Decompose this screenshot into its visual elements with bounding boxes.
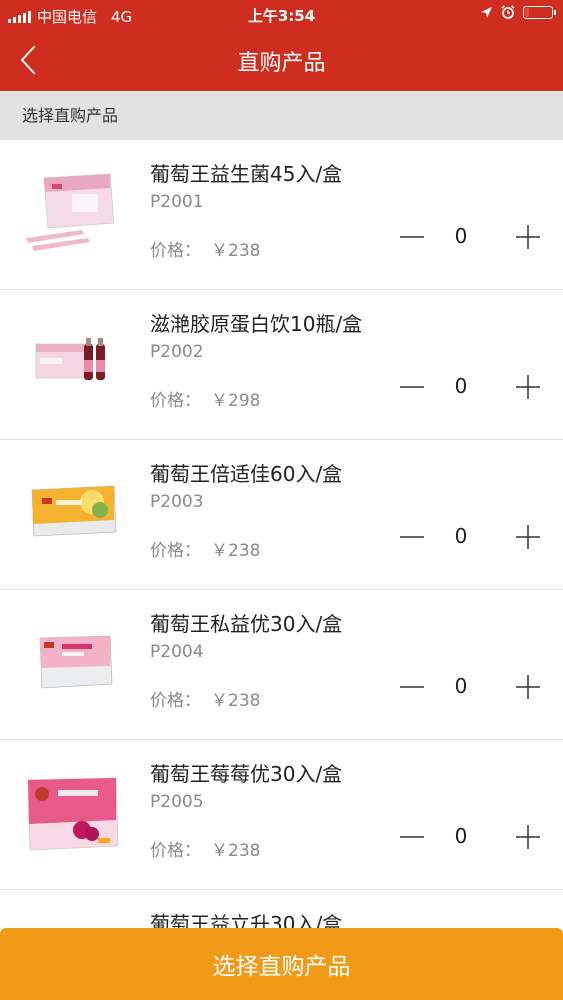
price-label: 价格： — [150, 841, 201, 861]
plus-icon[interactable] — [511, 520, 545, 554]
plus-icon[interactable] — [511, 220, 545, 254]
status-right — [480, 5, 556, 19]
minus-icon[interactable] — [395, 820, 429, 854]
minus-icon[interactable] — [395, 220, 429, 254]
product-image — [31, 485, 117, 537]
status-bar: 中国电信 4G 上午3:54 — [0, 0, 563, 30]
page-title: 直购产品 — [237, 51, 326, 76]
select-products-button[interactable]: 选择直购产品 — [0, 928, 563, 1000]
quantity-value: 0 — [454, 524, 468, 548]
quantity-value: 0 — [454, 374, 468, 398]
product-code: P2003 — [150, 492, 204, 512]
product-image — [39, 635, 113, 689]
product-image — [26, 173, 115, 251]
product-code: P2005 — [150, 792, 204, 812]
product-image — [27, 777, 119, 851]
product-price-row: 价格： ￥238 — [150, 236, 260, 261]
minus-icon[interactable] — [395, 670, 429, 704]
quantity-stepper: 0 — [395, 820, 545, 854]
product-name: 葡萄王私益优30入/盒 — [150, 612, 343, 636]
product-name: 葡萄王益生菌45入/盒 — [150, 162, 343, 186]
quantity-value: 0 — [454, 674, 468, 698]
quantity-stepper: 0 — [395, 220, 545, 254]
product-name: 葡萄王倍适佳60入/盒 — [150, 462, 343, 486]
product-price: ￥238 — [211, 691, 261, 711]
quantity-value: 0 — [454, 224, 468, 248]
price-label: 价格： — [150, 691, 201, 711]
price-label: 价格： — [150, 541, 201, 561]
product-price-row: 价格： ￥298 — [150, 386, 260, 411]
plus-icon[interactable] — [511, 670, 545, 704]
alarm-icon — [501, 5, 515, 19]
section-header: 选择直购产品 — [0, 91, 563, 140]
product-name: 葡萄王莓莓优30入/盒 — [150, 762, 343, 786]
product-code: P2004 — [150, 642, 204, 662]
nav-bar: 直购产品 — [0, 30, 563, 91]
product-item: 滋滟胶原蛋白饮10瓶/盒 P2002 价格： ￥298 0 — [0, 290, 563, 440]
minus-icon[interactable] — [395, 520, 429, 554]
product-price: ￥238 — [211, 841, 261, 861]
product-code: P2002 — [150, 342, 204, 362]
product-item: 葡萄王莓莓优30入/盒 P2005 价格： ￥238 0 — [0, 740, 563, 890]
price-label: 价格： — [150, 391, 201, 411]
location-arrow-icon — [481, 6, 492, 18]
plus-icon[interactable] — [511, 820, 545, 854]
product-price: ￥298 — [211, 391, 261, 411]
product-price-row: 价格： ￥238 — [150, 686, 260, 711]
product-price: ￥238 — [211, 241, 261, 261]
plus-icon[interactable] — [511, 370, 545, 404]
product-code: P2001 — [150, 192, 204, 212]
product-item: 葡萄王益生菌45入/盒 P2001 价格： ￥238 0 — [0, 140, 563, 290]
quantity-stepper: 0 — [395, 520, 545, 554]
product-price-row: 价格： ￥238 — [150, 836, 260, 861]
product-price-row: 价格： ￥238 — [150, 536, 260, 561]
status-time: 上午3:54 — [247, 7, 316, 25]
product-list: 葡萄王益生菌45入/盒 P2001 价格： ￥238 0 滋滟胶原蛋白饮10瓶/盒… — [0, 140, 563, 950]
quantity-stepper: 0 — [395, 370, 545, 404]
product-item: 葡萄王私益优30入/盒 P2004 价格： ￥238 0 — [0, 590, 563, 740]
quantity-value: 0 — [454, 824, 468, 848]
battery-icon — [523, 5, 556, 19]
product-image — [35, 338, 105, 380]
quantity-stepper: 0 — [395, 670, 545, 704]
product-price: ￥238 — [211, 541, 261, 561]
product-name: 滋滟胶原蛋白饮10瓶/盒 — [150, 312, 363, 336]
price-label: 价格： — [150, 241, 201, 261]
minus-icon[interactable] — [395, 370, 429, 404]
product-item: 葡萄王倍适佳60入/盒 P2003 价格： ￥238 0 — [0, 440, 563, 590]
